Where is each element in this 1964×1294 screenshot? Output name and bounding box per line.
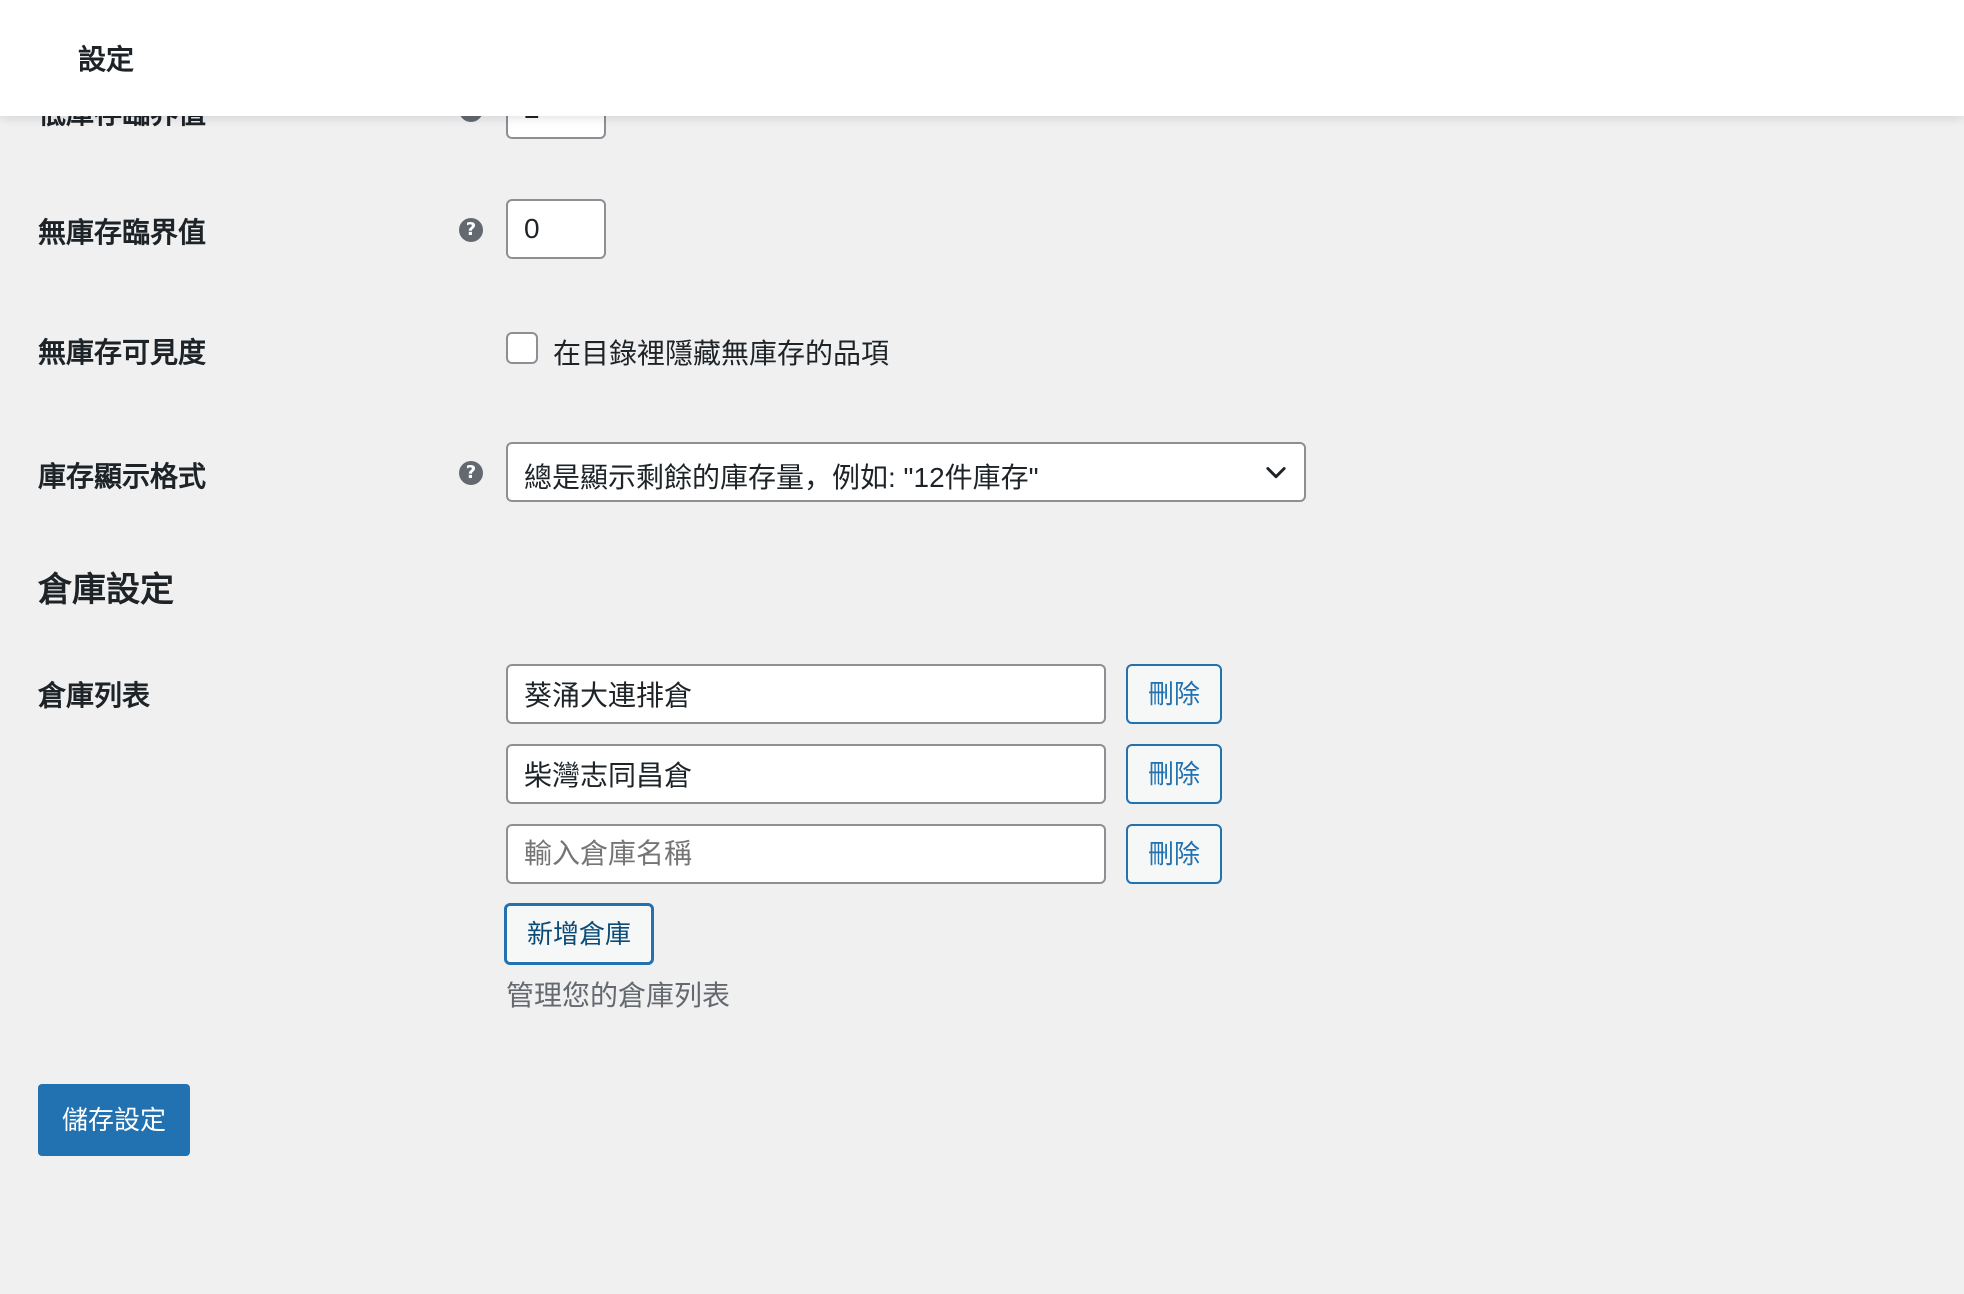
- warehouse-description: 管理您的倉庫列表: [506, 980, 731, 1011]
- add-warehouse-button[interactable]: 新增倉庫: [504, 903, 654, 965]
- display-format-select[interactable]: 總是顯示剩餘的庫存量，例如: "12件庫存": [506, 442, 1306, 502]
- display-format-label: 庫存顯示格式: [38, 461, 207, 492]
- section-title-warehouse: 倉庫設定: [38, 571, 174, 609]
- out-of-stock-input[interactable]: [506, 199, 606, 259]
- warehouse-name-input[interactable]: [506, 744, 1106, 804]
- delete-warehouse-button[interactable]: 刪除: [1126, 824, 1222, 884]
- hide-out-of-stock-checkbox-label[interactable]: 在目錄裡隱藏無庫存的品項: [553, 332, 889, 372]
- delete-warehouse-button[interactable]: 刪除: [1126, 664, 1222, 724]
- page-title: 設定: [78, 44, 135, 75]
- display-format-selected-value: 總是顯示剩餘的庫存量，例如: "12件庫存": [524, 462, 1039, 493]
- chevron-down-icon: [1266, 467, 1286, 479]
- help-icon[interactable]: ?: [459, 461, 483, 485]
- save-settings-button[interactable]: 儲存設定: [38, 1084, 190, 1156]
- out-of-stock-label: 無庫存臨界值: [38, 217, 207, 248]
- visibility-label: 無庫存可見度: [38, 337, 207, 368]
- warehouse-list-label: 倉庫列表: [38, 680, 151, 711]
- delete-warehouse-button[interactable]: 刪除: [1126, 744, 1222, 804]
- hide-out-of-stock-checkbox[interactable]: [506, 332, 538, 364]
- warehouse-name-input[interactable]: [506, 664, 1106, 724]
- help-icon[interactable]: ?: [459, 218, 483, 242]
- top-header: 設定: [0, 0, 1964, 116]
- warehouse-name-input[interactable]: [506, 824, 1106, 884]
